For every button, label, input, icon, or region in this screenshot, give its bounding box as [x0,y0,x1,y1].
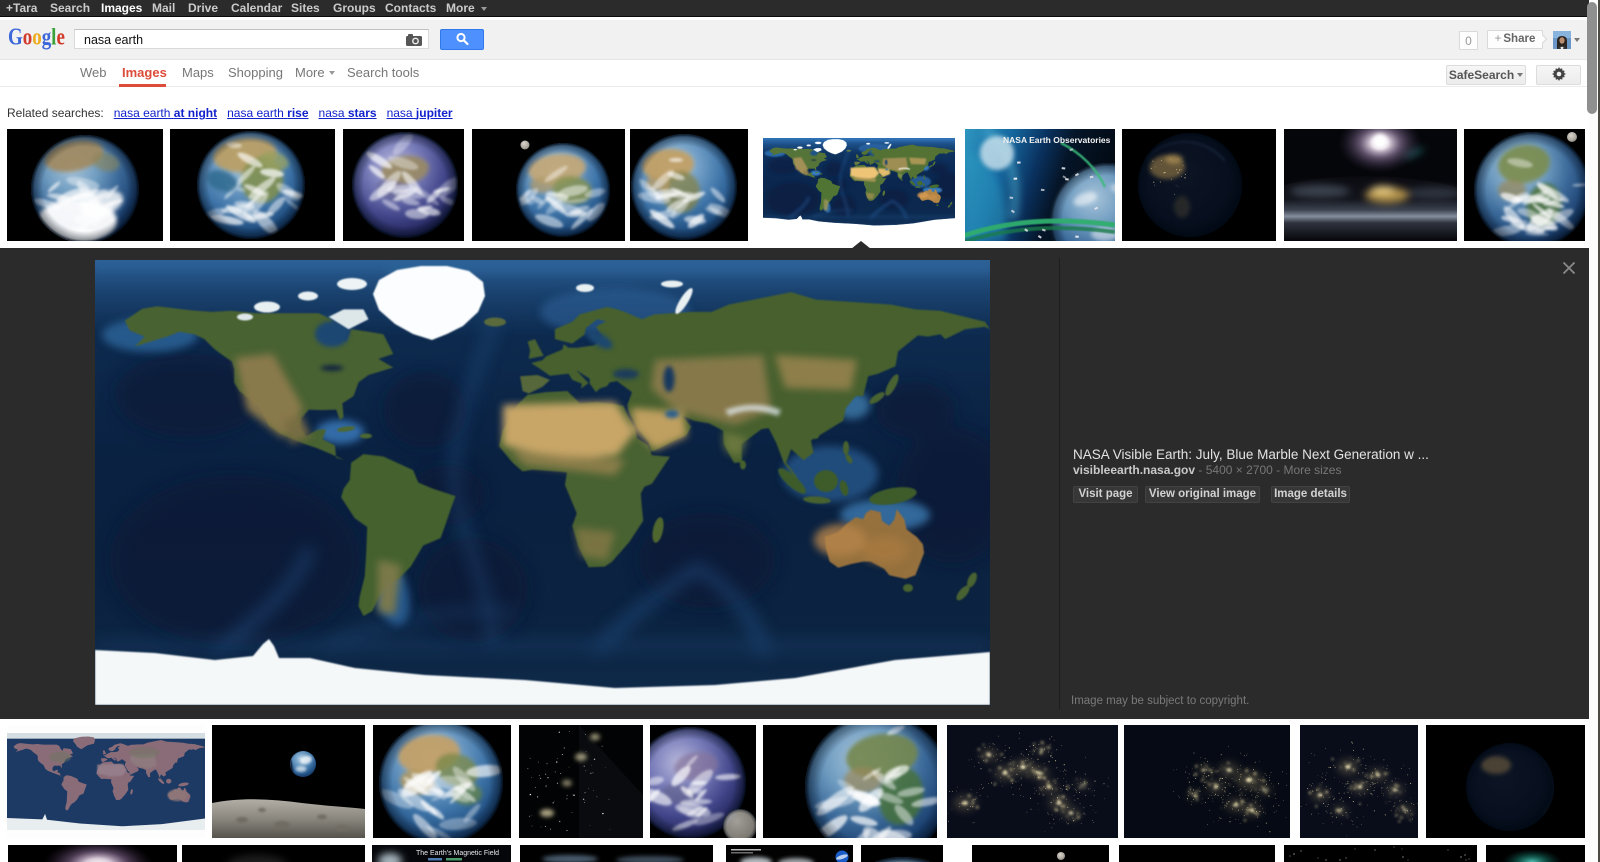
svg-text:Google: Google [8,28,65,50]
svg-text:NASA Earth Observatories: NASA Earth Observatories [1003,135,1111,145]
svg-text:The Earth's Magnetic Field: The Earth's Magnetic Field [416,850,499,857]
